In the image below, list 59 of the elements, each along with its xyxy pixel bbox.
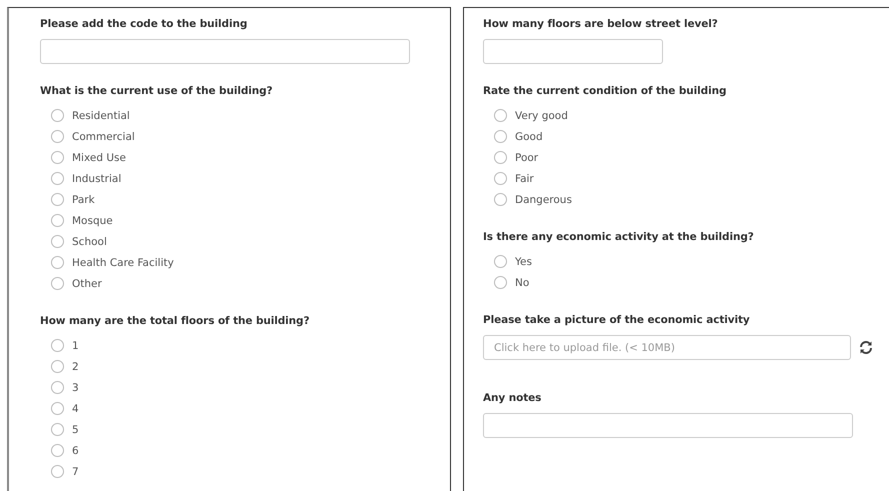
option-label: Poor bbox=[515, 150, 538, 164]
option-label: 1 bbox=[72, 338, 79, 352]
question-label: What is the current use of the building? bbox=[40, 84, 273, 98]
radio-button[interactable] bbox=[494, 276, 507, 289]
radio-button[interactable] bbox=[51, 381, 64, 394]
option-label: 2 bbox=[72, 360, 79, 374]
radio-button[interactable] bbox=[494, 151, 507, 164]
option-label: School bbox=[72, 234, 107, 248]
option-label: No bbox=[515, 276, 530, 290]
option-label: Residential bbox=[72, 108, 130, 122]
radio-button[interactable] bbox=[51, 172, 64, 185]
radio-button[interactable] bbox=[51, 360, 64, 373]
option-label: Fair bbox=[515, 172, 534, 186]
radio-button[interactable] bbox=[494, 193, 507, 206]
radio-button[interactable] bbox=[51, 277, 64, 290]
option-label: Dangerous bbox=[515, 192, 572, 206]
option-label: Park bbox=[72, 192, 95, 206]
option-label: 3 bbox=[72, 380, 79, 394]
question-label: How many are the total floors of the building? bbox=[40, 314, 310, 328]
option-label: Good bbox=[515, 130, 543, 144]
upload-field[interactable]: Click here to upload file. (< 10MB) bbox=[483, 335, 851, 360]
question-label: Rate the current condition of the building bbox=[483, 84, 726, 98]
option-label: Mosque bbox=[72, 214, 113, 228]
question-label: Please add the code to the building bbox=[40, 17, 248, 31]
radio-button[interactable] bbox=[494, 172, 507, 185]
option-label: Yes bbox=[515, 254, 532, 268]
radio-button[interactable] bbox=[51, 444, 64, 457]
option-label: 4 bbox=[72, 402, 79, 416]
radio-button[interactable] bbox=[51, 339, 64, 352]
question-label: Please take a picture of the economic activity bbox=[483, 313, 750, 327]
option-label: 7 bbox=[72, 464, 79, 478]
option-label: Industrial bbox=[72, 172, 122, 186]
radio-button[interactable] bbox=[51, 465, 64, 478]
radio-button[interactable] bbox=[51, 423, 64, 436]
radio-button[interactable] bbox=[51, 256, 64, 269]
radio-button[interactable] bbox=[51, 151, 64, 164]
option-label: 5 bbox=[72, 422, 79, 436]
radio-button[interactable] bbox=[51, 130, 64, 143]
radio-button[interactable] bbox=[51, 235, 64, 248]
radio-button[interactable] bbox=[51, 214, 64, 227]
input-field[interactable] bbox=[483, 39, 663, 64]
option-label: 6 bbox=[72, 444, 79, 458]
radio-button[interactable] bbox=[494, 109, 507, 122]
option-label: Other bbox=[72, 276, 102, 290]
question-label: How many floors are below street level? bbox=[483, 17, 718, 31]
radio-button[interactable] bbox=[494, 255, 507, 268]
input-field[interactable] bbox=[40, 39, 410, 64]
question-label: Any notes bbox=[483, 391, 542, 405]
radio-button[interactable] bbox=[51, 193, 64, 206]
option-label: Mixed Use bbox=[72, 150, 126, 164]
input-field[interactable] bbox=[483, 413, 853, 438]
radio-button[interactable] bbox=[51, 109, 64, 122]
radio-button[interactable] bbox=[51, 402, 64, 415]
option-label: Health Care Facility bbox=[72, 256, 174, 270]
radio-button[interactable] bbox=[494, 130, 507, 143]
question-label: Is there any economic activity at the building? bbox=[483, 230, 754, 244]
option-label: Commercial bbox=[72, 130, 135, 144]
refresh-icon[interactable] bbox=[859, 341, 873, 354]
option-label: Very good bbox=[515, 108, 568, 122]
